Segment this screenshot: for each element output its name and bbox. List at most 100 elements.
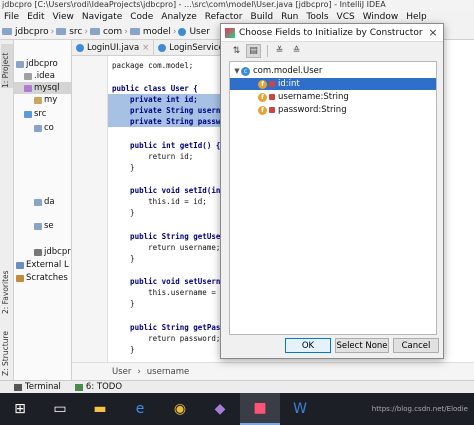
folder-icon <box>16 60 24 68</box>
show-classes-icon[interactable]: ▤ <box>246 44 261 58</box>
breadcrumb-class[interactable]: User <box>112 367 131 377</box>
class-icon <box>178 27 187 36</box>
close-icon[interactable]: × <box>423 26 443 39</box>
toolbar-divider <box>267 45 268 57</box>
menu-refactor[interactable]: Refactor <box>201 12 247 22</box>
folder-icon <box>129 28 140 35</box>
class-node[interactable]: ▼ c com.model.User <box>230 65 436 77</box>
field-row-username[interactable]: f username:String <box>230 91 436 103</box>
tree-item[interactable]: jdbcpr <box>34 246 71 258</box>
module-file-icon <box>34 248 42 256</box>
scratch-icon <box>16 274 24 282</box>
breadcrumb-field[interactable]: username <box>147 367 190 377</box>
tree-item[interactable]: .idea <box>24 70 55 82</box>
left-tool-strip: 1: Project 2: Favorites Z: Structure <box>0 40 14 380</box>
code-line: return username; <box>112 243 221 252</box>
package-icon <box>34 124 42 132</box>
tree-item[interactable]: se <box>34 220 54 232</box>
intellij-idea-icon[interactable]: ■ <box>240 393 280 425</box>
menu-vcs[interactable]: VCS <box>333 12 359 22</box>
terminal-button[interactable]: Terminal <box>14 382 61 392</box>
menu-run[interactable]: Run <box>277 12 302 22</box>
tree-item[interactable]: da <box>34 196 55 208</box>
os-taskbar: ⊞ ▭ ▬ e ◉ ◆ ■ W https://blog.csdn.net/El… <box>0 393 474 425</box>
menu-navigate[interactable]: Navigate <box>78 12 126 22</box>
word-icon[interactable]: W <box>280 393 320 425</box>
menu-help[interactable]: Help <box>402 12 431 22</box>
nav-crumb-com[interactable]: com <box>89 27 122 37</box>
fields-list[interactable]: ▼ c com.model.User f id:int f username:S… <box>229 61 437 335</box>
code-editor[interactable]: package com.model; public class User { p… <box>108 56 227 362</box>
window-title: jdbcpro [C:\Users\rodi\IdeaProjects\jdbc… <box>0 0 474 10</box>
task-view-icon[interactable]: ▭ <box>40 393 80 425</box>
chrome-icon[interactable]: ◉ <box>160 393 200 425</box>
chevron-right-icon: › <box>84 26 88 37</box>
editor-tab[interactable]: LoginUI.java × <box>72 40 155 55</box>
visual-studio-icon[interactable]: ◆ <box>200 393 240 425</box>
ok-button[interactable]: OK <box>285 338 331 353</box>
nav-crumb-model[interactable]: model <box>129 27 171 37</box>
tree-item[interactable]: mysql <box>14 82 71 94</box>
tab-project[interactable]: 1: Project <box>1 44 13 88</box>
todo-button[interactable]: 6: TODO <box>74 382 122 392</box>
code-line: public class User { <box>112 84 198 93</box>
jar-icon <box>34 96 42 104</box>
menu-analyze[interactable]: Analyze <box>157 12 200 22</box>
menu-window[interactable]: Window <box>359 12 403 22</box>
terminal-icon <box>14 383 22 391</box>
package-icon <box>34 222 42 230</box>
menu-code[interactable]: Code <box>126 12 157 22</box>
cancel-button[interactable]: Cancel <box>393 338 439 353</box>
code-line: } <box>112 345 135 354</box>
library-icon <box>16 261 24 269</box>
class-icon <box>158 43 167 52</box>
dialog-toolbar: ⇅ ▤ ≚ ≙ <box>221 42 443 60</box>
menu-tools[interactable]: Tools <box>302 12 332 22</box>
choose-fields-dialog: Choose Fields to Initialize by Construct… <box>220 23 444 359</box>
folder-icon <box>89 28 100 35</box>
dialog-title-bar: Choose Fields to Initialize by Construct… <box>221 24 443 42</box>
nav-crumb-src[interactable]: src <box>56 27 82 37</box>
editor-gutter <box>72 56 108 362</box>
code-line: private String password; <box>108 116 227 127</box>
tree-item[interactable]: src <box>24 108 46 120</box>
code-line: private int id; <box>108 94 227 105</box>
collapse-all-icon[interactable]: ≙ <box>289 44 304 58</box>
menu-edit[interactable]: Edit <box>23 12 48 22</box>
tree-item[interactable]: my <box>34 94 57 106</box>
folder-icon <box>56 28 67 35</box>
tree-item[interactable]: External L <box>16 259 69 271</box>
menu-bar: File Edit View Navigate Code Analyze Ref… <box>0 10 474 24</box>
code-line: } <box>112 163 135 172</box>
private-lock-icon <box>269 81 275 87</box>
sort-alphabetically-icon[interactable]: ⇅ <box>229 44 244 58</box>
select-none-button[interactable]: Select None <box>335 338 389 353</box>
menu-file[interactable]: File <box>0 12 23 22</box>
todo-icon <box>74 383 83 391</box>
tree-item[interactable]: co <box>34 122 54 134</box>
nav-crumb-user[interactable]: User <box>178 27 210 37</box>
menu-build[interactable]: Build <box>247 12 278 22</box>
code-line: this.username = userna <box>148 288 227 297</box>
project-panel: jdbcpro .idea mysql my src co da se jdbc… <box>14 40 72 380</box>
private-lock-icon <box>269 94 275 100</box>
dialog-buttons: OK Select None Cancel <box>221 338 443 354</box>
field-row-password[interactable]: f password:String <box>230 104 436 116</box>
menu-view[interactable]: View <box>49 12 78 22</box>
windows-start-icon[interactable]: ⊞ <box>0 393 40 425</box>
editor-breadcrumb: User › username <box>72 362 474 380</box>
chevron-down-icon[interactable]: ▼ <box>233 67 241 75</box>
tree-item[interactable]: Scratches <box>16 272 68 284</box>
tree-item[interactable]: jdbcpro <box>16 58 58 70</box>
field-row-id[interactable]: f id:int <box>230 78 436 90</box>
edge-browser-icon[interactable]: e <box>120 393 160 425</box>
expand-all-icon[interactable]: ≚ <box>272 44 287 58</box>
nav-crumb-project[interactable]: jdbcpro <box>2 27 49 37</box>
tab-structure[interactable]: Z: Structure <box>1 326 13 376</box>
tab-favorites[interactable]: 2: Favorites <box>1 262 13 314</box>
editor-tabs: LoginUI.java × LoginServiceImpl.ja <box>72 40 258 56</box>
close-icon[interactable]: × <box>142 43 149 53</box>
file-explorer-icon[interactable]: ▬ <box>80 393 120 425</box>
folder-icon <box>2 28 12 35</box>
private-lock-icon <box>269 107 275 113</box>
